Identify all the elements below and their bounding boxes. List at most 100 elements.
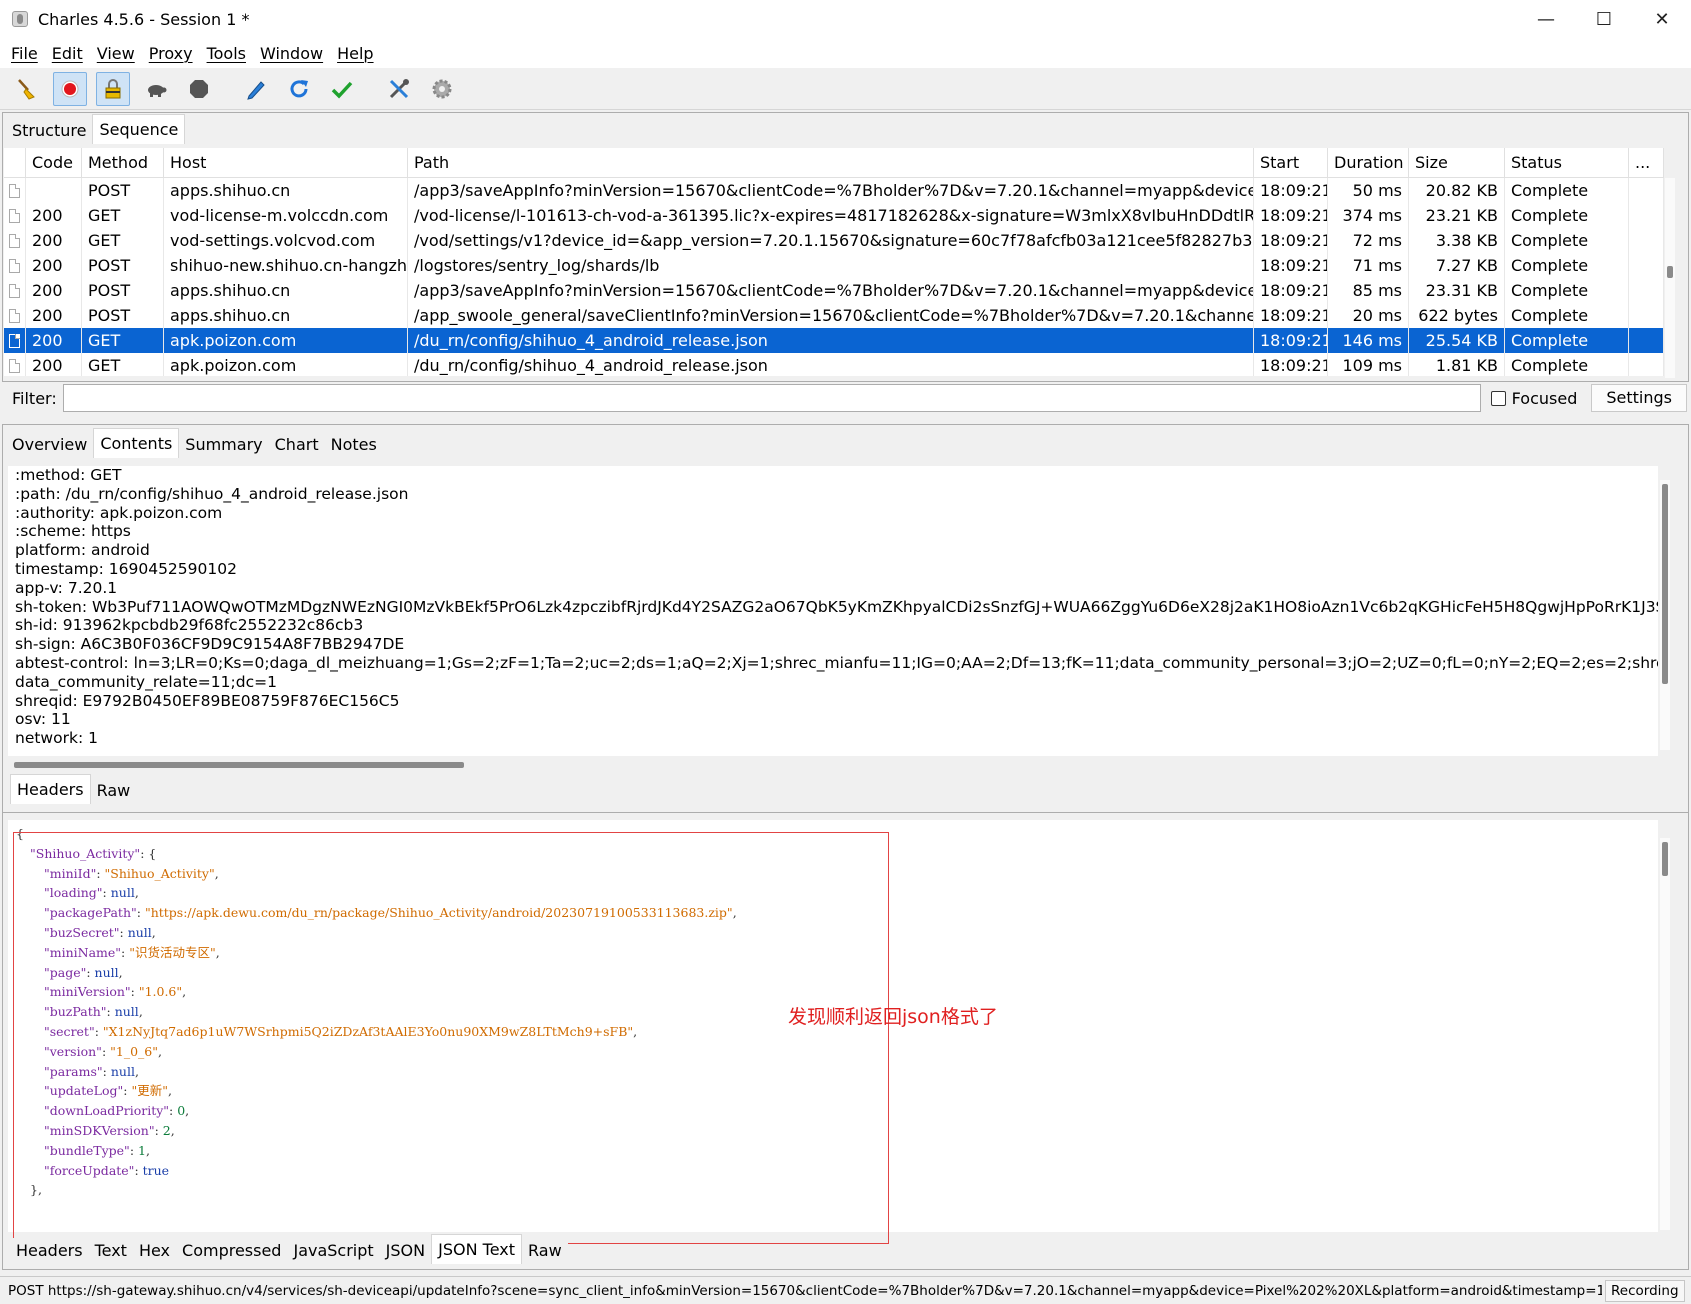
cell-method: POST <box>82 303 164 328</box>
settings-button[interactable]: Settings <box>1591 384 1687 412</box>
cell-code: 200 <box>26 328 82 353</box>
tab-response-raw[interactable]: Raw <box>522 1238 568 1264</box>
column-duration[interactable]: Duration <box>1328 148 1409 177</box>
column-method[interactable]: Method <box>82 148 164 177</box>
table-row[interactable]: 200 GET vod-settings.volcvod.com/vod/setti… <box>4 228 1664 253</box>
cell-path: /logstores/sentry_log/shards/lb <box>408 253 1254 278</box>
cell-start: 18:09:21 <box>1254 253 1328 278</box>
maximize-button[interactable]: ☐ <box>1575 0 1633 38</box>
header-line: platform: android <box>15 541 150 560</box>
row-icon-cell <box>4 278 26 303</box>
cell-path: /du_rn/config/shihuo_4_android_release.j… <box>408 353 1254 376</box>
tab-request-raw[interactable]: Raw <box>90 778 137 804</box>
row-icon-cell <box>4 203 26 228</box>
pen-icon[interactable] <box>239 72 273 106</box>
check-icon[interactable] <box>325 72 359 106</box>
tab-summary[interactable]: Summary <box>179 432 269 458</box>
tab-response-javascript[interactable]: JavaScript <box>287 1238 380 1264</box>
cell-host: apps.shihuo.cn <box>164 178 408 203</box>
status-text: POST https://sh-gateway.shihuo.cn/v4/ser… <box>8 1282 1602 1299</box>
cell-code: 200 <box>26 203 82 228</box>
tab-response-headers[interactable]: Headers <box>10 1238 89 1264</box>
filter-label: Filter: <box>12 388 57 408</box>
tab-response-text[interactable]: Text <box>88 1238 133 1264</box>
cell-code: 200 <box>26 353 82 376</box>
turtle-icon[interactable] <box>139 72 173 106</box>
tab-overview[interactable]: Overview <box>6 432 94 458</box>
column-path[interactable]: Path <box>408 148 1254 177</box>
minimize-button[interactable]: — <box>1517 0 1575 38</box>
column-host[interactable]: Host <box>164 148 408 177</box>
annotation-highlight-box <box>13 832 889 1244</box>
tab-sequence[interactable]: Sequence <box>92 114 186 144</box>
table-row[interactable]: 200 GET apk.poizon.com/du_rn/config/shihuo… <box>4 328 1664 353</box>
close-button[interactable]: ✕ <box>1633 0 1691 38</box>
response-scrollbar[interactable] <box>1660 838 1670 1230</box>
table-row[interactable]: 200 POST shihuo-new.shihuo.cn-hangzho.../l… <box>4 253 1664 278</box>
menu-view[interactable]: View <box>90 44 142 63</box>
tab-request-headers[interactable]: Headers <box>10 774 91 804</box>
splitter[interactable] <box>2 812 1689 813</box>
request-headers-text[interactable]: :method: GET:path: /du_rn/config/shihuo_… <box>8 466 1658 756</box>
table-row[interactable]: 200 POST apps.shihuo.cn/app_swoole_general… <box>4 303 1664 328</box>
cell-status: Complete <box>1505 278 1629 303</box>
charles-app-icon <box>12 11 28 27</box>
table-scrollbar[interactable] <box>1665 178 1675 378</box>
menu-help[interactable]: Help <box>330 44 380 63</box>
cell-more <box>1629 203 1664 228</box>
tab-response-json-text[interactable]: JSON Text <box>431 1234 522 1264</box>
cell-method: GET <box>82 228 164 253</box>
column-code[interactable]: Code <box>26 148 82 177</box>
tab-response-hex[interactable]: Hex <box>132 1238 177 1264</box>
stop-icon[interactable] <box>182 72 216 106</box>
table-row[interactable]: 200 GET apk.poizon.com/du_rn/config/shihuo… <box>4 353 1664 376</box>
tab-structure[interactable]: Structure <box>6 118 93 144</box>
focused-checkbox[interactable] <box>1490 390 1506 406</box>
table-scrollbar-thumb[interactable] <box>1667 266 1673 278</box>
title-bar: Charles 4.5.6 - Session 1 * — ☐ ✕ <box>0 0 1691 38</box>
cell-path: /du_rn/config/shihuo_4_android_release.j… <box>408 328 1254 353</box>
tools-icon[interactable] <box>382 72 416 106</box>
cell-path: /app_swoole_general/saveClientInfo?minVe… <box>408 303 1254 328</box>
menu-proxy[interactable]: Proxy <box>142 44 200 63</box>
table-row[interactable]: 200 POST apps.shihuo.cn/app3/saveAppInfo?m… <box>4 278 1664 303</box>
filter-input[interactable] <box>62 384 1481 412</box>
header-line: app-v: 7.20.1 <box>15 578 118 597</box>
menu-edit[interactable]: Edit <box>45 44 90 63</box>
cell-path: /vod/settings/v1?device_id=&app_version=… <box>408 228 1254 253</box>
tab-notes[interactable]: Notes <box>324 432 383 458</box>
cell-status: Complete <box>1505 178 1629 203</box>
tab-response-json[interactable]: JSON <box>379 1238 432 1264</box>
cell-start: 18:09:21 <box>1254 178 1328 203</box>
tab-response-compressed[interactable]: Compressed <box>176 1238 288 1264</box>
recording-indicator[interactable]: Recording <box>1605 1279 1685 1302</box>
request-scrollbar-thumb[interactable] <box>1662 484 1668 684</box>
cell-start: 18:09:21 <box>1254 328 1328 353</box>
column-start[interactable]: Start <box>1254 148 1328 177</box>
menu-window[interactable]: Window <box>253 44 330 63</box>
broom-icon[interactable] <box>10 72 44 106</box>
column-size[interactable]: Size <box>1409 148 1505 177</box>
lock-icon[interactable] <box>96 71 130 106</box>
header-line: osv: 11 <box>15 710 71 729</box>
cell-size: 20.82 KB <box>1409 178 1505 203</box>
cell-status: Complete <box>1505 303 1629 328</box>
table-row[interactable]: POST apps.shihuo.cn/app3/saveAppInfo?minV… <box>4 178 1664 203</box>
column-status[interactable]: Status <box>1505 148 1629 177</box>
refresh-icon[interactable] <box>282 72 316 106</box>
table-row[interactable]: 200 GET vod-license-m.volccdn.com/vod-lice… <box>4 203 1664 228</box>
response-scrollbar-thumb[interactable] <box>1662 842 1668 876</box>
request-hscrollbar-thumb[interactable] <box>14 762 464 768</box>
gear-icon[interactable] <box>425 72 459 106</box>
header-line: :scheme: https <box>15 522 131 541</box>
column-more[interactable]: ... <box>1629 148 1664 177</box>
menu-tools[interactable]: Tools <box>200 44 253 63</box>
cell-code: 200 <box>26 228 82 253</box>
header-line: sh-id: 913962kpcbdb29f68fc2552232c86cb3 <box>15 616 364 635</box>
row-icon-cell <box>4 178 26 203</box>
menu-file[interactable]: File <box>4 44 45 63</box>
tab-chart[interactable]: Chart <box>268 432 325 458</box>
request-scrollbar[interactable] <box>1660 480 1670 750</box>
record-icon[interactable] <box>53 71 87 106</box>
tab-contents[interactable]: Contents <box>93 428 180 458</box>
